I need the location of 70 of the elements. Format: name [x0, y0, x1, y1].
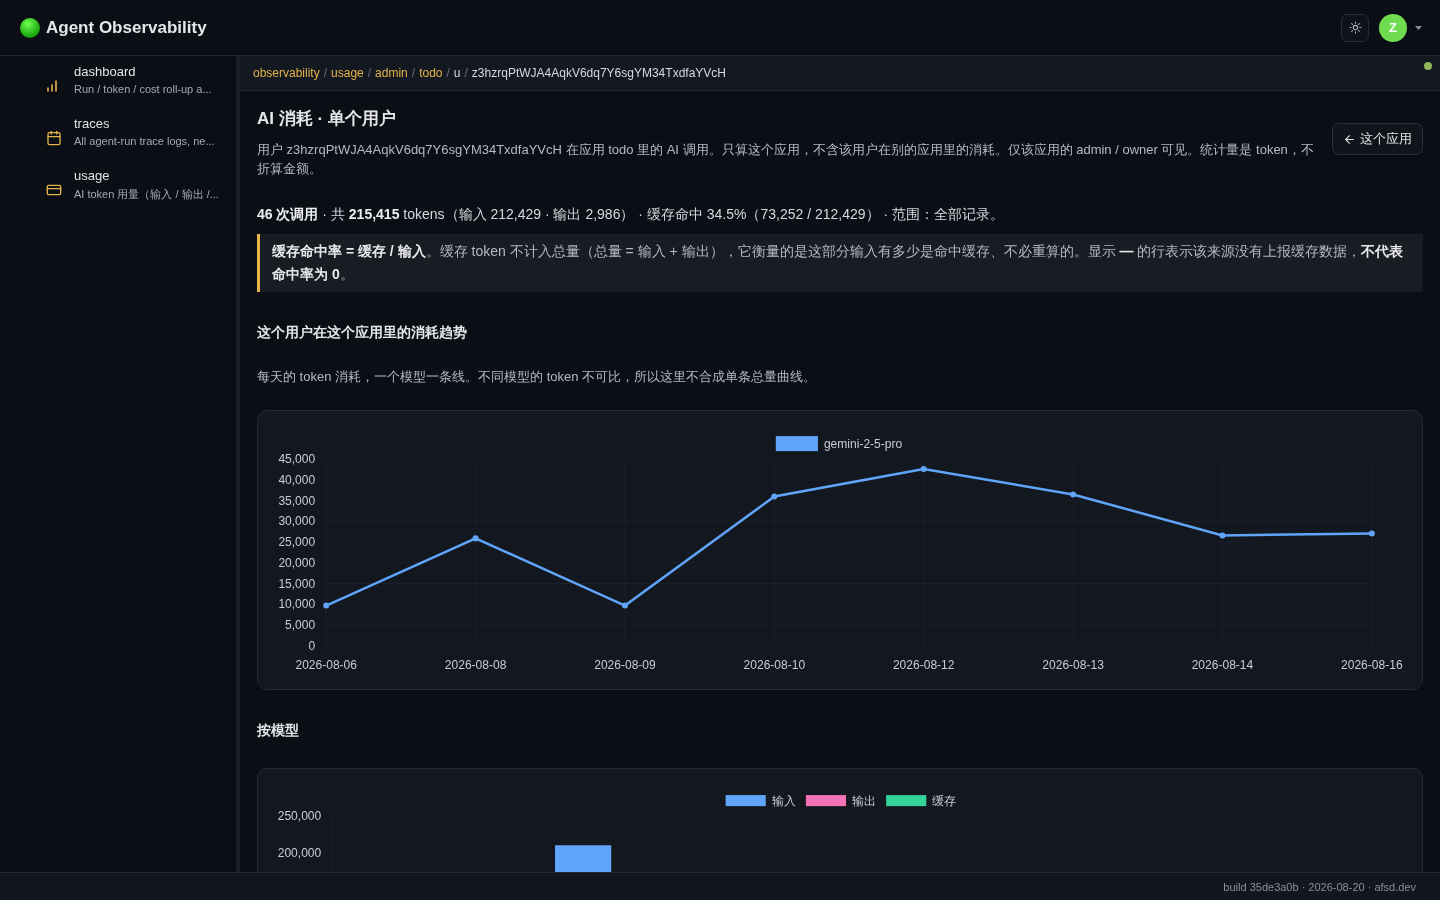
- axis-label: 2026-08-08: [444, 657, 507, 672]
- breadcrumb-link[interactable]: admin: [375, 66, 408, 80]
- breadcrumb-text: z3hzrqPtWJA4AqkV6dq7Y6sgYM34TxdfaYVcH: [471, 66, 726, 80]
- breadcrumb-separator: /: [446, 66, 450, 80]
- axis-label: 2026-08-13: [1042, 657, 1104, 672]
- cache-note: 缓存命中率 = 缓存 / 输入。缓存 token 不计入总量（总量 = 输入 + 输出），它衡量的是这部分输入有多少是命中缓存、不必重算的。显示 — 的行表示该来源没有上报缓存数据，不代表命中率为 0。: [257, 234, 1423, 292]
- bar-chart-icon: [46, 80, 58, 92]
- sidebar-item[interactable]: usage AI token 用量（输入 / 输出 /...: [0, 166, 236, 218]
- usage-summary: 46 次调用 · 共 215,415 tokens（输入 212,429 · 输出 2,986） · 缓存命中 34.5%（73,252 / 212,429） · 范围：全部记录。: [257, 206, 1005, 224]
- axis-label: 2026-08-10: [743, 657, 806, 672]
- sidebar-item-subtitle: All agent-run trace logs, ne...: [74, 135, 215, 147]
- axis-label: 15,000: [278, 576, 316, 591]
- axis-label: 40,000: [278, 472, 316, 487]
- sidebar-item[interactable]: traces All agent-run trace logs, ne...: [0, 114, 236, 166]
- breadcrumb-separator: /: [464, 66, 468, 80]
- build-info: build 35de3a0b · 2026-08-20 · afsd.dev: [0, 872, 1440, 900]
- axis-label: 0: [308, 638, 316, 653]
- sidebar-item-subtitle: AI token 用量（输入 / 输出 /...: [74, 187, 219, 202]
- axis-label: 2026-08-09: [594, 657, 656, 672]
- data-point: [1368, 530, 1375, 537]
- breadcrumb-link[interactable]: observability: [253, 66, 320, 80]
- theme-toggle-button[interactable]: [1341, 13, 1369, 42]
- breadcrumb-link[interactable]: todo: [419, 66, 443, 80]
- calendar-icon: [46, 130, 62, 146]
- sidebar-item-title: dashboard: [74, 64, 137, 79]
- data-point: [920, 466, 927, 473]
- data-point: [323, 602, 330, 609]
- back-arrow-icon: [1343, 132, 1356, 146]
- axis-label: 20,000: [278, 555, 316, 570]
- page-description: 用户 z3hzrqPtWJA4AqkV6dq7Y6sgYM34TxdfaYVcH 在应用 todo 里的 AI 调用。只算这个应用，不含该用户在别的应用里的消耗。仅该应用的 admin / owner 可见。统计量是 token，不折算金额。: [257, 141, 1314, 178]
- legend-label: 输出: [852, 794, 877, 809]
- section-heading: 这个用户在这个应用里的消耗趋势: [257, 324, 468, 342]
- app-title: Agent Observability: [46, 17, 207, 38]
- legend-label: 输入: [771, 794, 796, 809]
- sidebar-item-title: usage: [74, 168, 111, 183]
- axis-label: 35,000: [278, 493, 316, 508]
- data-point: [472, 535, 479, 542]
- breadcrumb-link[interactable]: usage: [331, 66, 364, 80]
- legend-label: 缓存: [932, 794, 957, 809]
- axis-label: 30,000: [278, 514, 316, 529]
- legend-label: gemini-2-5-pro: [823, 437, 903, 452]
- sun-icon: [1348, 21, 1362, 34]
- breadcrumb-separator: /: [411, 66, 416, 80]
- page-title: AI 消耗 · 单个用户: [257, 108, 397, 130]
- axis-label: 25,000: [278, 535, 316, 550]
- data-point: [1219, 532, 1226, 539]
- logo-icon: [20, 17, 40, 38]
- axis-label: 10,000: [278, 597, 316, 612]
- credit-card-icon: [46, 182, 62, 198]
- axis-label: 5,000: [285, 618, 316, 633]
- breadcrumb-separator: /: [323, 66, 328, 80]
- axis-label: 2026-08-14: [1191, 657, 1254, 672]
- caret-icon[interactable]: [1415, 25, 1422, 30]
- axis-label: 200,000: [277, 846, 322, 861]
- axis-label: 2026-08-06: [295, 657, 357, 672]
- sidebar-item-subtitle: Run / token / cost roll-up a...: [74, 83, 212, 95]
- back-button[interactable]: 这个应用: [1332, 123, 1423, 155]
- breadcrumb-text: u: [453, 66, 461, 80]
- sidebar-item-title: traces: [74, 116, 111, 131]
- axis-label: 250,000: [277, 809, 322, 824]
- axis-label: 2026-08-16: [1341, 657, 1403, 672]
- section-heading: 按模型: [257, 722, 300, 740]
- chart-caption: 每天的 token 消耗，一个模型一条线。不同模型的 token 不可比，所以这里不合成单条总量曲线。: [257, 368, 818, 386]
- breadcrumb-separator: /: [367, 66, 372, 80]
- data-point: [1070, 491, 1077, 498]
- data-point: [621, 602, 628, 609]
- axis-label: 2026-08-12: [892, 657, 955, 672]
- sidebar-item[interactable]: dashboard Run / token / cost roll-up a...: [0, 62, 236, 114]
- data-point: [771, 493, 778, 500]
- axis-label: 45,000: [278, 452, 316, 467]
